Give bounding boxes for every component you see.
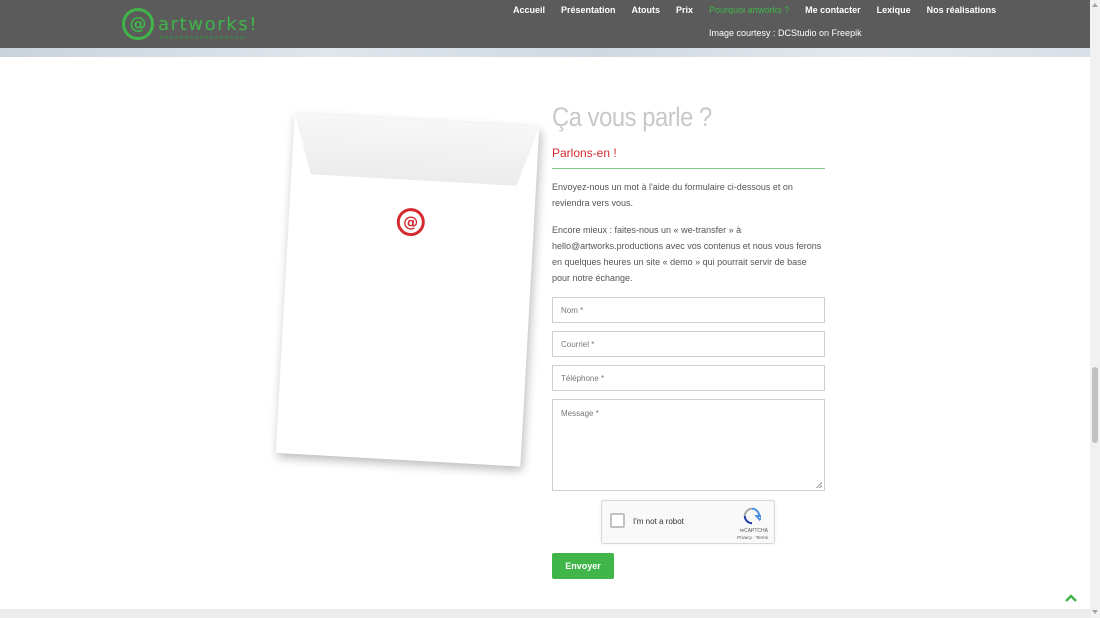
section-title: Ça vous parle ? [552,102,712,132]
logo-mark-icon: @ [122,8,154,40]
contact-section: Ça vous parle ? Parlons-en ! Envoyez-nou… [552,102,825,491]
recaptcha-icon [743,507,761,525]
nav-item-pourquoi-artworks[interactable]: Pourquoi artworks ? [709,5,789,15]
recaptcha-widget: I'm not a robot reCAPTCHA Privacy - Term… [601,500,775,544]
recaptcha-checkbox[interactable] [610,513,625,528]
site-logo[interactable]: @ artworks! [122,6,258,42]
name-placeholder: Nom * [561,305,584,315]
footer-band [0,609,1090,618]
email-field[interactable]: Courriel * [552,331,825,357]
nav-item-accueil[interactable]: Accueil [513,5,545,15]
image-courtesy-text: Image courtesy : DCStudio on Freepik [709,28,862,38]
message-placeholder: Message * [561,409,599,418]
name-field[interactable]: Nom * [552,297,825,323]
nav-item-prix[interactable]: Prix [676,5,693,15]
envelope-illustration: @ [275,113,540,467]
hero-image-strip [0,48,1090,57]
nav-item-nos-realisations[interactable]: Nos réalisations [927,5,997,15]
send-button[interactable]: Envoyer [552,553,614,579]
nav-item-presentation[interactable]: Présentation [561,5,616,15]
recaptcha-brand: reCAPTCHA [739,528,768,534]
nav-item-atouts[interactable]: Atouts [632,5,661,15]
logo-text: artworks! [158,13,259,35]
phone-field[interactable]: Téléphone * [552,365,825,391]
section-subtitle: Parlons-en ! [552,146,825,169]
intro-paragraph: Envoyez-nous un mot à l'aide du formulai… [552,182,793,208]
email-placeholder: Courriel * [561,339,595,349]
scroll-down-arrow-icon[interactable] [1092,610,1098,614]
nav-item-me-contacter[interactable]: Me contacter [805,5,861,15]
phone-placeholder: Téléphone * [561,373,605,383]
recaptcha-links[interactable]: Privacy - Terms [737,535,768,540]
recaptcha-label: I'm not a robot [633,517,684,526]
chevron-up-icon[interactable] [1064,592,1078,604]
logo-tagline-decoration [160,35,246,39]
message-field[interactable]: Message * [552,399,825,491]
page-scrollbar[interactable] [1090,0,1100,618]
wetransfer-paragraph: Encore mieux : faites-nous un « we-trans… [552,225,822,283]
main-nav: Accueil Présentation Atouts Prix Pourquo… [505,5,1004,15]
envelope-logo-icon: @ [396,207,426,237]
site-header: @ artworks! Accueil Présentation Atouts … [0,0,1090,48]
envelope-flap [291,113,539,187]
scroll-up-arrow-icon[interactable] [1092,3,1098,7]
scrollbar-thumb[interactable] [1092,367,1098,443]
nav-item-lexique[interactable]: Lexique [877,5,911,15]
resize-handle-icon[interactable] [816,482,822,488]
